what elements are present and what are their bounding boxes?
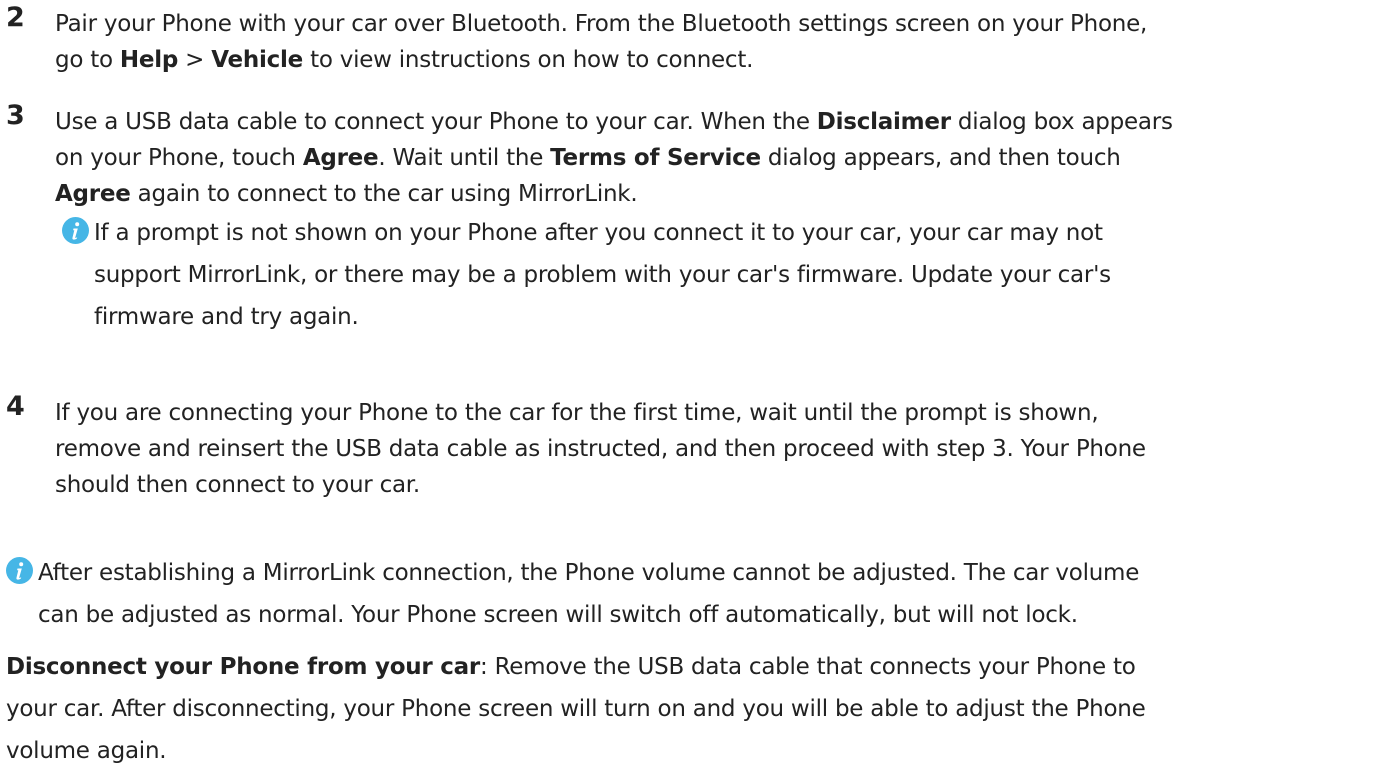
info-icon xyxy=(62,217,89,244)
text-run: dialog box appears xyxy=(950,109,1173,135)
text-run: on your Phone, touch xyxy=(55,145,303,171)
text-line: firmware and try again. xyxy=(94,304,359,330)
text-line: If you are connecting your Phone to the … xyxy=(55,400,1099,426)
ui-term-terms-of-service: Terms of Service xyxy=(550,145,761,171)
ui-term-vehicle: Vehicle xyxy=(211,47,304,73)
text-line: Pair your Phone with your car over Bluet… xyxy=(55,11,1148,37)
info-icon xyxy=(6,557,33,584)
text-line: After establishing a MirrorLink connecti… xyxy=(38,560,1140,586)
text-line: should then connect to your car. xyxy=(55,472,420,498)
text-line: Use a USB data cable to connect your Pho… xyxy=(55,104,1375,140)
text-line: go to Help > Vehicle to view instruction… xyxy=(55,42,1375,78)
text-run: to view instructions on how to connect. xyxy=(303,47,754,73)
note-text: If a prompt is not shown on your Phone a… xyxy=(94,212,1393,338)
disconnect-heading: Disconnect your Phone from your car xyxy=(6,654,481,680)
text-run: Use a USB data cable to connect your Pho… xyxy=(55,109,817,135)
text-line: can be adjusted as normal. Your Phone sc… xyxy=(38,602,1078,628)
note-text: After establishing a MirrorLink connecti… xyxy=(38,552,1358,636)
text-line: remove and reinsert the USB data cable a… xyxy=(55,436,1146,462)
text-line: volume again. xyxy=(6,738,167,764)
text-line: on your Phone, touch Agree. Wait until t… xyxy=(55,140,1375,176)
ui-term-agree: Agree xyxy=(55,181,131,207)
text-line: If a prompt is not shown on your Phone a… xyxy=(94,220,1103,246)
ui-term-help: Help xyxy=(119,47,179,73)
document-page: 2 Pair your Phone with your car over Blu… xyxy=(0,0,1393,778)
step-text: If you are connecting your Phone to the … xyxy=(55,395,1375,503)
step-text: Pair your Phone with your car over Bluet… xyxy=(55,6,1375,78)
ui-term-agree: Agree xyxy=(302,145,379,171)
text-run: dialog appears, and then touch xyxy=(760,145,1121,171)
text-run: . Wait until the xyxy=(378,145,551,171)
text-line: your car. After disconnecting, your Phon… xyxy=(6,696,1146,722)
text-line: support MirrorLink, or there may be a pr… xyxy=(94,262,1111,288)
text-line: Agree again to connect to the car using … xyxy=(55,176,1375,212)
step-number: 3 xyxy=(6,100,25,131)
step-number: 4 xyxy=(6,391,25,422)
text-run: go to xyxy=(55,47,120,73)
text-run: again to connect to the car using Mirror… xyxy=(130,181,638,207)
text-run: > xyxy=(178,47,212,73)
step-text: Use a USB data cable to connect your Pho… xyxy=(55,104,1375,212)
ui-term-disclaimer: Disclaimer xyxy=(816,109,951,135)
disconnect-paragraph: Disconnect your Phone from your car: Rem… xyxy=(6,646,1386,772)
step-number: 2 xyxy=(6,2,25,33)
text-line: Disconnect your Phone from your car: Rem… xyxy=(6,646,1386,688)
text-run: : Remove the USB data cable that connect… xyxy=(480,654,1136,680)
